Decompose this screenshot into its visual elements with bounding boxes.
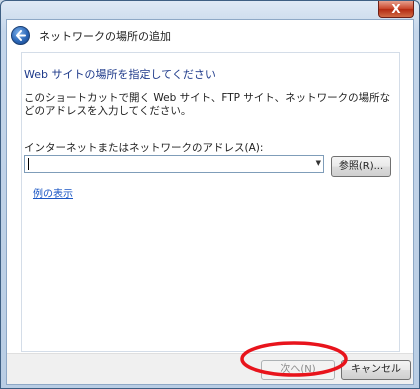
highlight-ellipse [240,341,348,377]
page-description: このショートカットで開く Web サイト、FTP サイト、ネットワークの場所など… [24,92,391,117]
page-heading: Web サイトの場所を指定してください [24,68,216,81]
example-link[interactable]: 例の表示 [33,185,73,200]
address-label: インターネットまたはネットワークのアドレス(A): [24,142,264,154]
wizard-content: ネットワークの場所の追加 Web サイトの場所を指定してください このショートカ… [6,19,414,385]
close-button[interactable]: X [378,1,414,18]
browse-button[interactable]: 参照(R)... [331,156,391,177]
address-combobox[interactable]: ▼ [24,155,324,173]
back-button[interactable] [11,26,30,45]
dialog-window: X ネットワークの場所の追加 Web サイトの場所を指定してください このショー… [0,0,420,389]
wizard-footer: 次へ(N) キャンセル [7,353,413,384]
back-arrow-icon [16,30,26,41]
text-caret [28,158,29,170]
wizard-header: ネットワークの場所の追加 [7,20,413,50]
dropdown-arrow-icon[interactable]: ▼ [316,159,321,167]
cancel-button[interactable]: キャンセル [341,360,411,380]
window-title: ネットワークの場所の追加 [39,30,171,43]
